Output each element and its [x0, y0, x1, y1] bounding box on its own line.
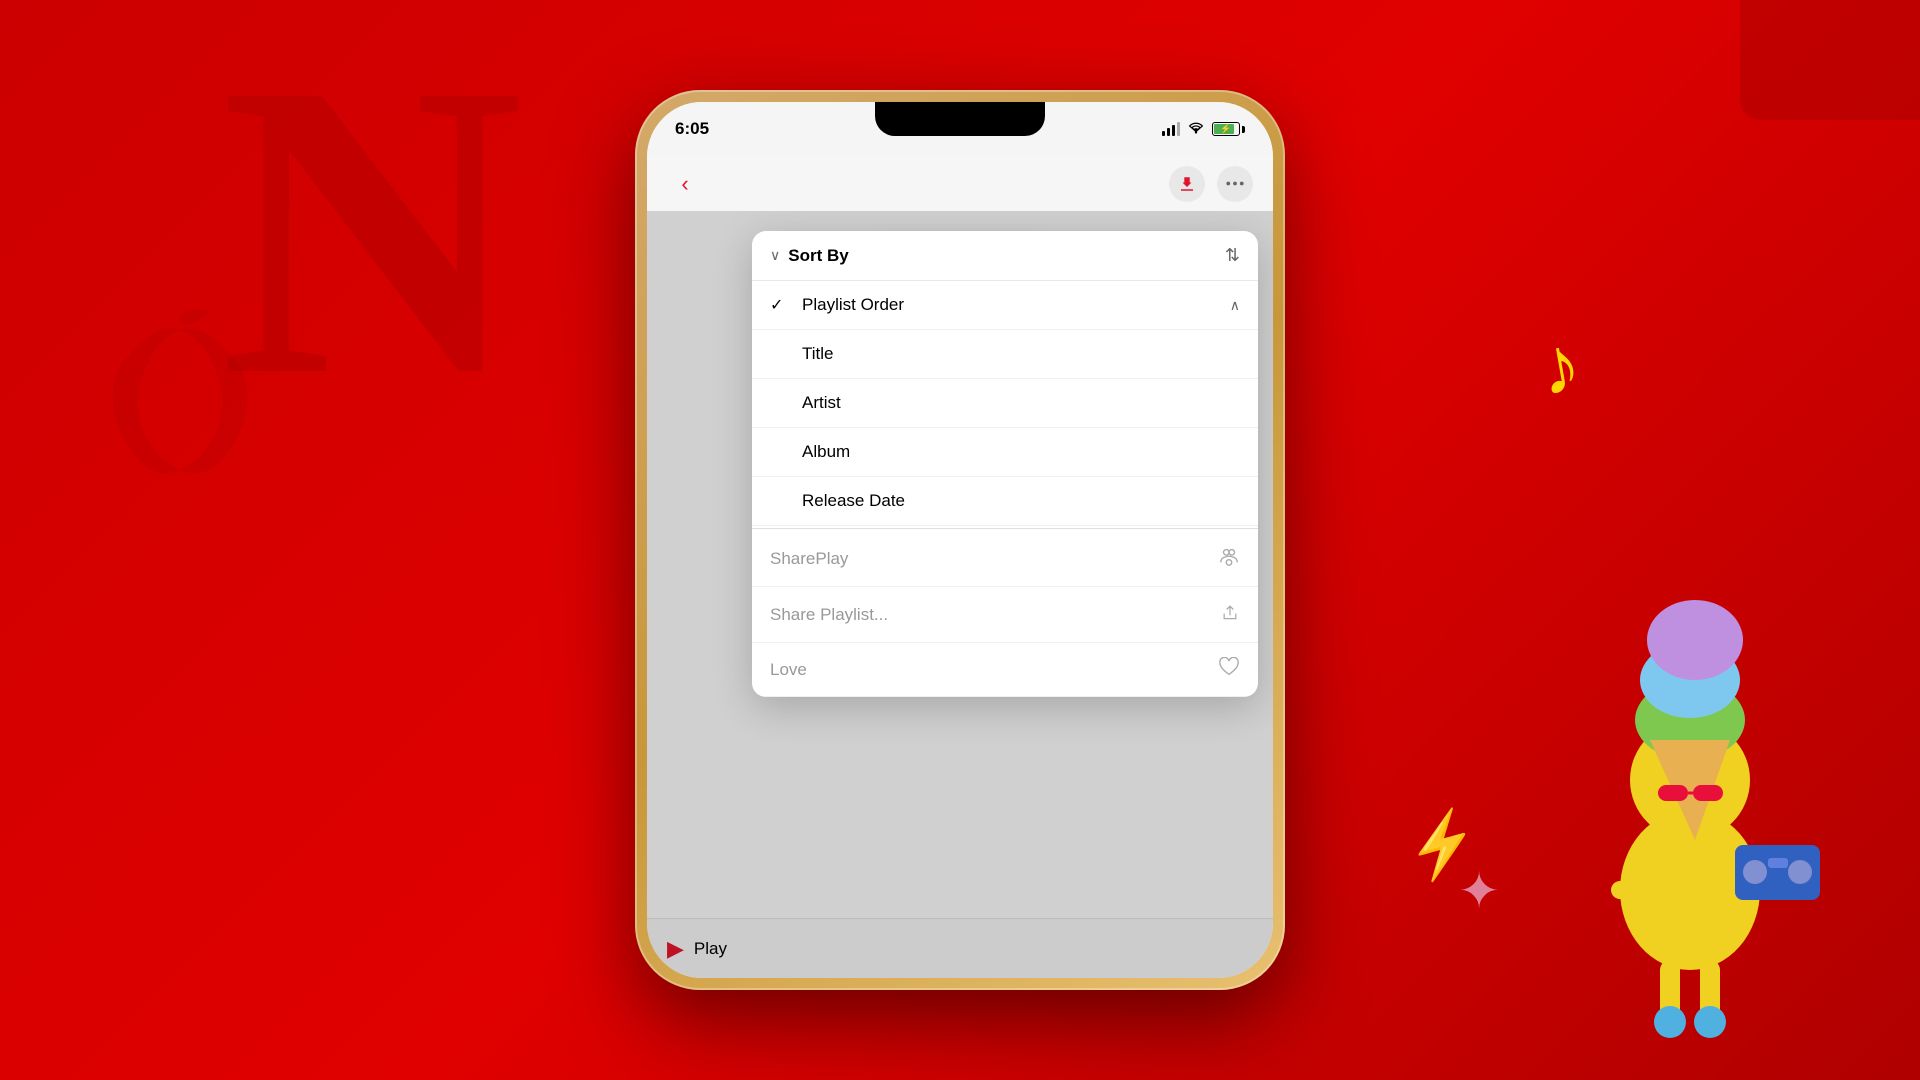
battery-icon: ⚡	[1212, 122, 1245, 136]
sort-by-label: Sort By	[788, 246, 848, 266]
context-item-love[interactable]: Love	[752, 643, 1258, 697]
share-icon	[1220, 601, 1240, 628]
back-button[interactable]: ‹	[667, 166, 703, 202]
wifi-icon	[1188, 122, 1204, 137]
sort-option-title[interactable]: Title	[752, 330, 1258, 379]
heart-icon	[1218, 657, 1240, 682]
signal-icon	[1162, 122, 1180, 136]
expand-icon: ∧	[1230, 297, 1240, 314]
sort-direction-icon[interactable]: ⇅	[1225, 245, 1240, 266]
status-icons: ⚡	[1162, 122, 1245, 137]
sort-option-playlist-order[interactable]: ✓ Playlist Order ∧	[752, 281, 1258, 330]
sort-option-label: Release Date	[802, 491, 905, 511]
sort-option-release-date[interactable]: Release Date	[752, 477, 1258, 526]
context-item-share-playlist[interactable]: Share Playlist...	[752, 587, 1258, 643]
context-item-shareplay[interactable]: SharePlay	[752, 531, 1258, 587]
sort-option-album[interactable]: Album	[752, 428, 1258, 477]
sort-option-label: Title	[802, 344, 834, 364]
status-time: 6:05	[675, 119, 709, 139]
content-area: Heard It In A Apple Music ▶ Play ∨	[647, 211, 1273, 978]
sort-option-artist[interactable]: Artist	[752, 379, 1258, 428]
phone-device: 6:05	[635, 90, 1285, 990]
sort-header[interactable]: ∨ Sort By ⇅	[752, 231, 1258, 281]
nav-actions	[1169, 166, 1253, 202]
phone-frame: 6:05	[635, 90, 1285, 990]
sort-dropdown: ∨ Sort By ⇅ ✓ Playlist Order ∧	[752, 231, 1258, 697]
phone-screen: 6:05	[647, 102, 1273, 978]
divider	[752, 528, 1258, 529]
dropdown-overlay[interactable]: ∨ Sort By ⇅ ✓ Playlist Order ∧	[647, 211, 1273, 978]
navigation-bar: ‹	[647, 156, 1273, 211]
phone-notch	[875, 102, 1045, 136]
sort-option-label: Artist	[802, 393, 841, 413]
download-button[interactable]	[1169, 166, 1205, 202]
share-playlist-label: Share Playlist...	[770, 605, 888, 625]
chevron-down-icon: ∨	[770, 247, 780, 264]
apple-logo-watermark	[80, 300, 280, 540]
deco-rectangle	[1740, 0, 1920, 120]
icecream-character	[1540, 550, 1840, 1050]
love-label: Love	[770, 660, 807, 680]
more-button[interactable]	[1217, 166, 1253, 202]
sort-option-label: Album	[802, 442, 850, 462]
sort-header-left: ∨ Sort By	[770, 246, 849, 266]
sort-option-label: Playlist Order	[802, 295, 904, 315]
shareplay-icon	[1218, 545, 1240, 572]
checkmark-icon: ✓	[770, 295, 790, 315]
shareplay-label: SharePlay	[770, 549, 848, 569]
